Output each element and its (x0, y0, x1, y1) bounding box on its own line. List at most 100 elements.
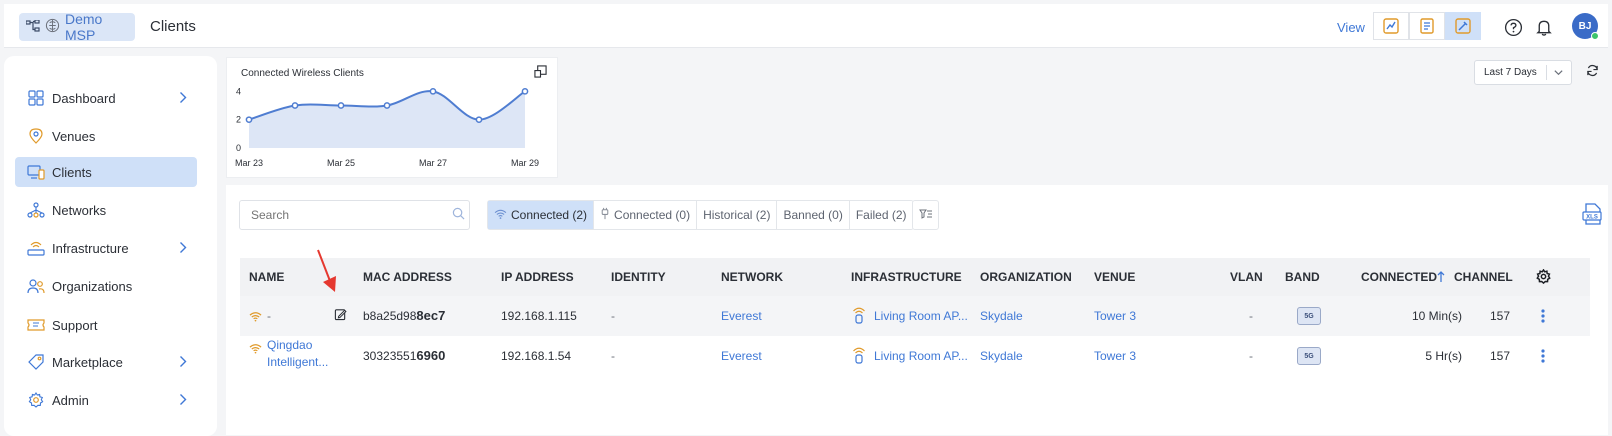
view-label: View (1337, 20, 1365, 35)
sidebar-item-clients[interactable]: Clients (15, 157, 197, 187)
sidebar-item-admin[interactable]: Admin (15, 385, 197, 415)
view-finance-button[interactable] (1373, 12, 1409, 40)
avatar[interactable]: BJ (1572, 13, 1599, 40)
organization-link[interactable]: Skydale (980, 349, 1023, 363)
y-tick-label: 2 (236, 115, 241, 125)
row-menu-icon[interactable] (1541, 309, 1545, 328)
gear-icon (27, 391, 45, 409)
chart-point-5[interactable] (475, 116, 483, 124)
sidebar-item-infrastructure[interactable]: Infrastructure (15, 233, 197, 263)
date-range-select[interactable]: Last 7 Days (1474, 60, 1572, 85)
col-venue[interactable]: VENUE (1094, 270, 1135, 284)
sidebar-item-marketplace[interactable]: Marketplace (15, 347, 197, 377)
client-name-line2[interactable]: Intelligent... (267, 355, 328, 369)
col-identity[interactable]: IDENTITY (611, 270, 666, 284)
org-tree-icon (25, 19, 40, 35)
export-xls-icon[interactable]: XLS (1581, 203, 1603, 230)
client-name[interactable]: Qingdao (267, 338, 312, 352)
router-icon (27, 239, 45, 257)
search-icon (452, 207, 465, 225)
table-row[interactable]: - b8a25d988ec7 192.168.1.115 - Everest L… (240, 296, 1590, 336)
col-name[interactable]: NAME (249, 270, 284, 284)
mac-address: b8a25d988ec7 (363, 308, 445, 323)
sidebar-item-label: Dashboard (52, 90, 116, 106)
sidebar: Dashboard Venues Clients Networks Infras… (4, 56, 217, 436)
chart-point-1[interactable] (291, 102, 299, 109)
network-link[interactable]: Everest (721, 309, 762, 323)
brand-selector[interactable]: Demo MSP (19, 11, 135, 43)
network-icon (27, 201, 45, 219)
tab-banned[interactable]: Banned (0) (777, 201, 850, 229)
infrastructure-link[interactable]: Living Room AP... (874, 309, 968, 323)
chart-point-2[interactable] (337, 102, 345, 109)
tab-historical[interactable]: Historical (2) (697, 201, 778, 229)
grid-icon (27, 89, 45, 107)
chart-point-6[interactable] (521, 87, 529, 95)
sort-arrow-up-icon[interactable] (1437, 270, 1445, 288)
network-link[interactable]: Everest (721, 349, 762, 363)
chevron-right-icon (179, 91, 187, 107)
chart-point-3[interactable] (383, 102, 391, 109)
line-chart: 0 2 4 Mar 23 Mar 25 Mar 27 Mar 29 (235, 86, 539, 168)
search-input[interactable] (239, 200, 470, 230)
identity: - (611, 309, 615, 323)
svg-text:XLS: XLS (1586, 215, 1598, 221)
sidebar-item-dashboard[interactable]: Dashboard (15, 83, 197, 113)
sidebar-item-networks[interactable]: Networks (15, 195, 197, 225)
sidebar-item-label: Clients (52, 164, 92, 180)
tab-label: Connected (2) (511, 208, 588, 222)
row-menu-icon[interactable] (1541, 349, 1545, 368)
band-badge: 5G (1297, 307, 1321, 325)
sidebar-item-organizations[interactable]: Organizations (15, 271, 197, 301)
tab-failed[interactable]: Failed (2) (850, 201, 913, 229)
band-badge: 5G (1297, 347, 1321, 365)
tab-connected-wired[interactable]: Connected (0) (594, 201, 698, 229)
infrastructure-link[interactable]: Living Room AP... (874, 349, 968, 363)
sidebar-item-venues[interactable]: Venues (15, 121, 197, 151)
edit-icon[interactable] (334, 308, 347, 326)
column-filter-button[interactable] (912, 200, 939, 230)
table-settings-gear-icon[interactable] (1536, 268, 1551, 289)
refresh-icon[interactable] (1586, 64, 1599, 82)
tag-icon (27, 353, 45, 371)
col-mac[interactable]: MAC ADDRESS (363, 270, 452, 284)
view-reports-button[interactable] (1409, 12, 1445, 40)
venue-link[interactable]: Tower 3 (1094, 309, 1136, 323)
invoice-icon (1383, 18, 1399, 34)
col-infrastructure[interactable]: INFRASTRUCTURE (851, 270, 962, 284)
avatar-initials: BJ (1578, 20, 1592, 32)
col-channel[interactable]: CHANNEL (1454, 270, 1513, 284)
col-network[interactable]: NETWORK (721, 270, 783, 284)
location-pin-icon (27, 127, 45, 145)
table-row[interactable]: Qingdao Intelligent... 303235516960 192.… (240, 336, 1590, 376)
col-ip[interactable]: IP ADDRESS (501, 270, 574, 284)
col-organization[interactable]: ORGANIZATION (980, 270, 1072, 284)
col-connected[interactable]: CONNECTED (1361, 270, 1437, 284)
help-icon[interactable] (1502, 16, 1524, 38)
sidebar-item-label: Admin (52, 392, 89, 408)
top-bar: Demo MSP Clients View BJ (4, 4, 1608, 48)
sidebar-item-support[interactable]: Support (15, 310, 197, 340)
chart-point-0[interactable] (245, 116, 253, 124)
organization-link[interactable]: Skydale (980, 309, 1023, 323)
chevron-down-icon (1553, 67, 1564, 81)
view-tools-button[interactable] (1445, 12, 1481, 40)
client-name[interactable]: - (267, 309, 271, 323)
brain-logo-icon (45, 18, 60, 36)
tab-label: Historical (2) (703, 208, 771, 222)
brand-name: Demo MSP (65, 11, 103, 43)
venue-link[interactable]: Tower 3 (1094, 349, 1136, 363)
sidebar-item-label: Networks (52, 202, 107, 218)
tab-connected-wireless[interactable]: Connected (2) (488, 201, 595, 229)
ticket-icon (27, 316, 45, 334)
filter-list-icon (918, 209, 932, 219)
annotation-arrow (317, 249, 336, 292)
x-tick-label: Mar 23 (235, 158, 263, 168)
col-band[interactable]: BAND (1285, 270, 1320, 284)
chart-point-4[interactable] (429, 87, 437, 95)
y-tick-label: 0 (236, 143, 241, 153)
sidebar-item-label: Support (52, 317, 98, 333)
col-vlan[interactable]: VLAN (1230, 270, 1263, 284)
bell-icon[interactable] (1533, 16, 1555, 38)
mac-prefix: 30323551 (363, 349, 417, 363)
